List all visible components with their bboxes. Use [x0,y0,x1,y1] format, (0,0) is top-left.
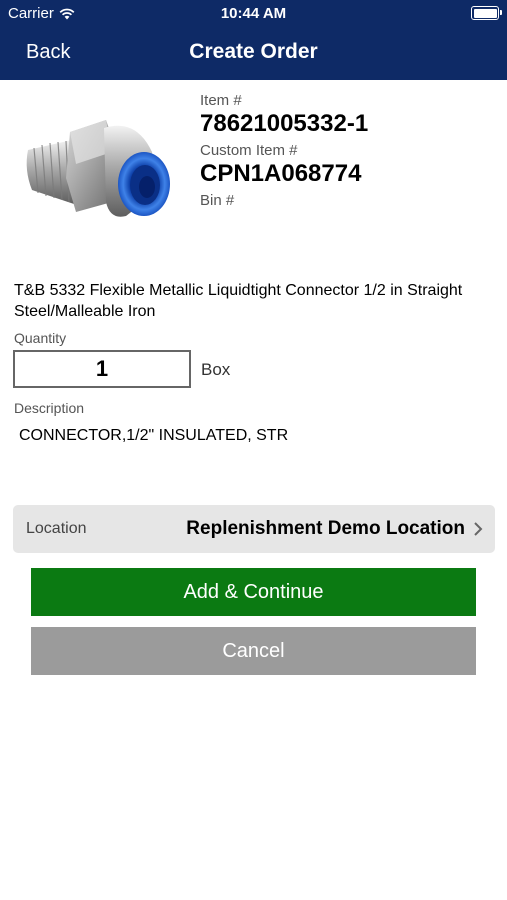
location-value: Replenishment Demo Location [186,518,465,539]
back-button[interactable]: Back [26,41,70,64]
quantity-unit: Box [201,360,231,379]
description-label: Description [14,400,85,416]
chevron-right-icon [474,522,483,536]
location-label: Location [26,520,87,537]
product-image [26,120,170,217]
battery-icon [471,6,502,20]
page-title: Create Order [189,40,318,63]
custom-item-label: Custom Item # [200,142,298,159]
bin-label: Bin # [200,192,235,209]
status-bar: Carrier 10:44 AM [0,0,507,28]
navigation-bar: Back Create Order [0,28,507,80]
cancel-button[interactable]: Cancel [31,627,476,675]
item-number: 78621005332-1 [200,110,369,137]
quantity-label: Quantity [14,330,67,346]
custom-item-number: CPN1A068774 [200,160,362,187]
description-value: CONNECTOR,1/2" INSULATED, STR [19,427,289,444]
add-continue-button[interactable]: Add & Continue [31,568,476,616]
item-number-label: Item # [200,92,242,109]
quantity-input[interactable]: 1 [13,350,191,388]
location-selector[interactable]: Location Replenishment Demo Location [13,505,495,553]
status-time: 10:44 AM [220,5,287,22]
product-name: T&B 5332 Flexible Metallic Liquidtight C… [14,282,463,320]
item-details: Item # 78621005332-1 Custom Item # CPN1A… [200,92,500,214]
